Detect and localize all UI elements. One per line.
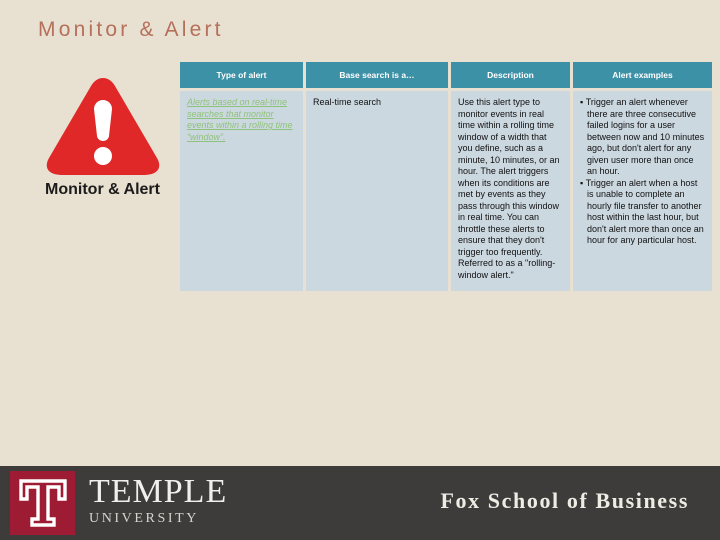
- column-header-alert-examples: Alert examples: [573, 62, 712, 88]
- cell-type-of-alert: Alerts based on real-time searches that …: [180, 91, 303, 292]
- table-header-row: Type of alert Base search is a… Descript…: [180, 62, 712, 88]
- list-item: Trigger an alert when a host is unable t…: [580, 178, 705, 247]
- cell-alert-examples: Trigger an alert whenever there are thre…: [573, 91, 712, 292]
- school-name: Fox School of Business: [440, 488, 689, 513]
- cell-description: Use this alert type to monitor events in…: [451, 91, 570, 292]
- column-header-type-of-alert: Type of alert: [180, 62, 303, 88]
- column-header-description: Description: [451, 62, 570, 88]
- temple-university-logo: TEMPLE UNIVERSITY: [10, 471, 227, 535]
- list-item: Trigger an alert whenever there are thre…: [580, 97, 705, 178]
- warning-triangle-icon: [43, 72, 163, 177]
- illustration-caption: Monitor & Alert: [45, 181, 160, 198]
- cell-base-search: Real-time search: [306, 91, 448, 292]
- alert-type-table: Type of alert Base search is a… Descript…: [177, 59, 715, 294]
- alert-examples-list: Trigger an alert whenever there are thre…: [580, 97, 705, 247]
- footer-bar: TEMPLE UNIVERSITY Fox School of Business: [0, 466, 720, 540]
- temple-wordmark: TEMPLE UNIVERSITY: [89, 471, 227, 526]
- temple-t-mark-icon: [10, 471, 75, 535]
- university-name: TEMPLE: [89, 473, 228, 510]
- page-title: Monitor & Alert: [38, 18, 224, 41]
- table-row: Alerts based on real-time searches that …: [180, 91, 712, 292]
- university-subtitle: UNIVERSITY: [89, 511, 199, 526]
- illustration: Monitor & Alert: [30, 72, 175, 227]
- type-of-alert-link[interactable]: Alerts based on real-time searches that …: [187, 97, 293, 142]
- column-header-base-search: Base search is a…: [306, 62, 448, 88]
